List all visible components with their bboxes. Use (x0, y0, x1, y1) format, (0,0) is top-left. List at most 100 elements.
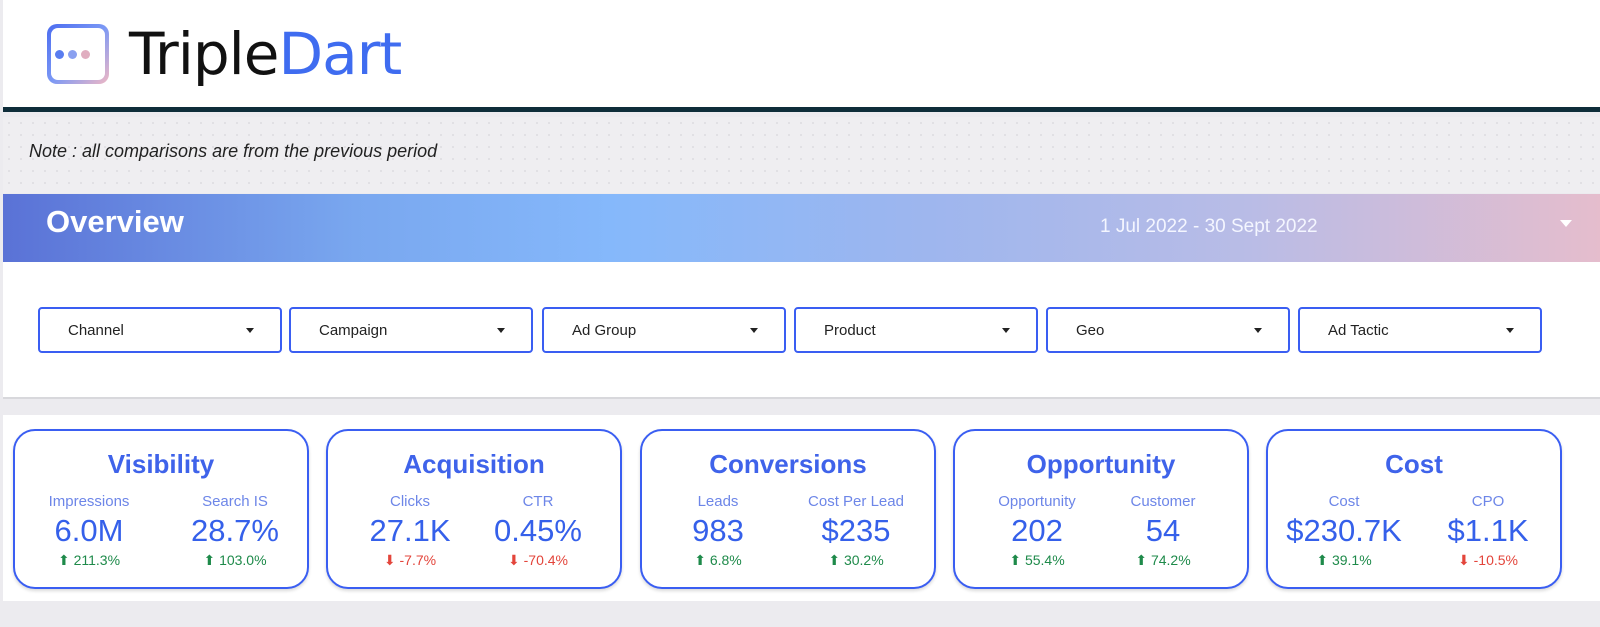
metric-change: ⬆ 30.2% (782, 552, 930, 569)
metric-change-value: 39.1% (1331, 552, 1372, 568)
metric-change: ⬆ 211.3% (15, 552, 163, 569)
overview-banner: Overview 1 Jul 2022 - 30 Sept 2022 (3, 194, 1600, 262)
dropdown-caret-icon (497, 328, 505, 333)
metric-change-value: -10.5% (1473, 552, 1518, 568)
metric-change-value: 211.3% (73, 552, 121, 568)
metric-label: Search IS (202, 493, 268, 510)
metric-change: ⬇ -70.4% (464, 552, 612, 569)
filter-label: Ad Group (572, 322, 637, 339)
arrow-up-icon: ⬆ (203, 552, 216, 568)
metric-value: 28.7% (191, 513, 279, 548)
metric: Cost $230.7K ⬆ 39.1% (1270, 493, 1418, 569)
metric: CPO $1.1K ⬇ -10.5% (1414, 493, 1562, 569)
card-title: Visibility (107, 449, 215, 479)
chevron-down-icon[interactable] (1560, 220, 1572, 227)
arrow-down-icon: ⬇ (383, 552, 396, 568)
filter-ad-group[interactable]: Ad Group (542, 307, 786, 353)
kpi-card-cost: Cost Cost $230.7K ⬆ 39.1% CPO $1.1K ⬇ -1… (1266, 429, 1562, 589)
metric-change: ⬆ 103.0% (161, 552, 309, 569)
metric: Clicks 27.1K ⬇ -7.7% (336, 493, 484, 569)
dropdown-caret-icon (1002, 328, 1010, 333)
arrow-up-icon: ⬆ (1009, 552, 1022, 568)
metric: Leads 983 ⬆ 6.8% (644, 493, 792, 569)
filter-product[interactable]: Product (794, 307, 1038, 353)
metric-change: ⬆ 39.1% (1270, 552, 1418, 569)
metric-label: Cost Per Lead (808, 493, 904, 510)
metric-label: Cost (1328, 493, 1360, 510)
arrow-up-icon: ⬆ (1316, 552, 1329, 568)
kpi-cards: Visibility Impressions 6.0M ⬆ 211.3% Sea… (3, 415, 1600, 601)
logo-dot (55, 50, 64, 59)
metric-label: Leads (697, 493, 739, 510)
metric-change-value: 6.8% (709, 552, 742, 568)
metric-value: 27.1K (369, 513, 451, 548)
metric-change-value: 74.2% (1150, 552, 1191, 568)
metric-value: 6.0M (54, 513, 124, 548)
logo-dot (68, 50, 77, 59)
note-band: Note : all comparisons are from the prev… (3, 117, 1600, 193)
arrow-up-icon: ⬆ (1135, 552, 1148, 568)
card-title: Cost (1385, 449, 1443, 479)
kpi-card-acquisition: Acquisition Clicks 27.1K ⬇ -7.7% CTR 0.4… (326, 429, 622, 589)
metric: Cost Per Lead $235 ⬆ 30.2% (782, 493, 930, 569)
metric-value: $230.7K (1286, 513, 1402, 548)
metric-label: Clicks (390, 493, 430, 510)
metric-change: ⬇ -7.7% (336, 552, 484, 569)
date-range-selector[interactable]: 1 Jul 2022 - 30 Sept 2022 (1100, 216, 1318, 238)
metric-change: ⬆ 6.8% (644, 552, 792, 569)
filter-bar: Channel Campaign Ad Group Product Geo Ad… (3, 262, 1600, 399)
metric-change: ⬇ -10.5% (1414, 552, 1562, 569)
kpi-card-visibility: Visibility Impressions 6.0M ⬆ 211.3% Sea… (13, 429, 309, 589)
metric: Search IS 28.7% ⬆ 103.0% (161, 493, 309, 569)
dropdown-caret-icon (1506, 328, 1514, 333)
metric: CTR 0.45% ⬇ -70.4% (464, 493, 612, 569)
kpi-card-conversions: Conversions Leads 983 ⬆ 6.8% Cost Per Le… (640, 429, 936, 589)
comparison-note: Note : all comparisons are from the prev… (29, 141, 438, 161)
overview-title: Overview (46, 204, 184, 239)
metric-value: 54 (1145, 513, 1181, 548)
arrow-up-icon: ⬆ (828, 552, 841, 568)
metric-change-value: 103.0% (219, 552, 267, 568)
metric: Impressions 6.0M ⬆ 211.3% (15, 493, 163, 569)
logo-dot (81, 50, 90, 59)
filter-ad-tactic[interactable]: Ad Tactic (1298, 307, 1542, 353)
logo-text-primary: Triple (129, 20, 279, 88)
metric-change-value: -7.7% (399, 552, 437, 568)
dropdown-caret-icon (1254, 328, 1262, 333)
arrow-down-icon: ⬇ (1458, 552, 1470, 568)
arrow-up-icon: ⬆ (694, 552, 706, 568)
filter-label: Product (824, 322, 876, 339)
metric-value: 0.45% (494, 513, 582, 548)
logo-wordmark: TripleDart (129, 12, 402, 96)
metric-value: $235 (821, 513, 891, 548)
metric-label: Impressions (48, 493, 130, 510)
logo-dots (55, 50, 90, 59)
kpi-card-opportunity: Opportunity Opportunity 202 ⬆ 55.4% Cust… (953, 429, 1249, 589)
filter-label: Geo (1076, 322, 1105, 339)
card-title: Conversions (709, 449, 867, 479)
card-title: Acquisition (403, 449, 545, 479)
metric-label: Customer (1130, 493, 1196, 510)
filter-label: Channel (68, 322, 124, 339)
arrow-up-icon: ⬆ (57, 552, 70, 568)
metric-change-value: 30.2% (843, 552, 884, 568)
filter-label: Campaign (319, 322, 388, 339)
logo-text-accent: Dart (278, 20, 402, 88)
arrow-down-icon: ⬇ (508, 552, 520, 568)
filter-geo[interactable]: Geo (1046, 307, 1290, 353)
metric-value: 983 (692, 513, 744, 548)
filter-label: Ad Tactic (1328, 322, 1389, 339)
filter-campaign[interactable]: Campaign (289, 307, 533, 353)
metric-label: CTR (522, 493, 554, 510)
header: TripleDart (3, 0, 1600, 112)
card-title: Opportunity (1026, 449, 1176, 479)
filter-channel[interactable]: Channel (38, 307, 282, 353)
metric: Customer 54 ⬆ 74.2% (1089, 493, 1237, 569)
metric-change: ⬆ 74.2% (1089, 552, 1237, 569)
metric-value: $1.1K (1447, 513, 1529, 548)
metric-label: CPO (1471, 493, 1505, 510)
metric-change-value: -70.4% (523, 552, 568, 568)
metric-change-value: 55.4% (1024, 552, 1065, 568)
dropdown-caret-icon (246, 328, 254, 333)
dropdown-caret-icon (750, 328, 758, 333)
